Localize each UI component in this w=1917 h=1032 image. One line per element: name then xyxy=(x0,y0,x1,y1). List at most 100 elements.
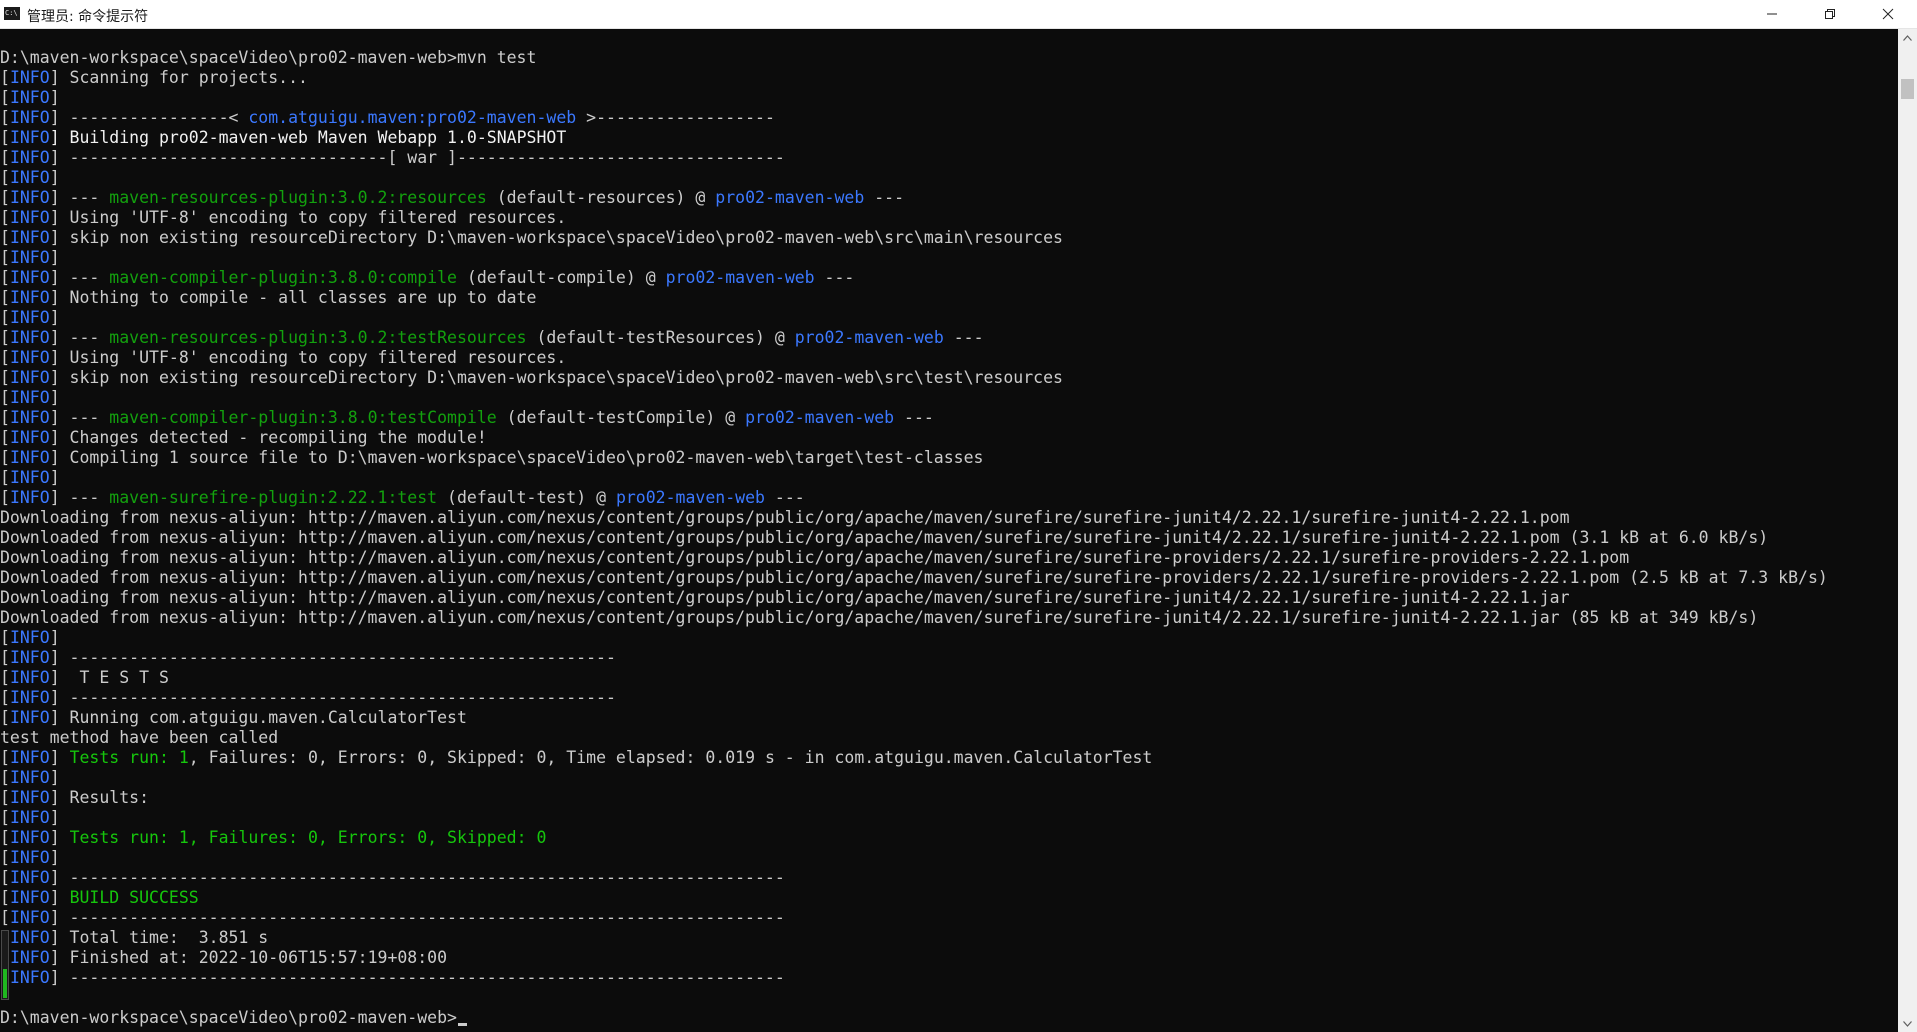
console-text: [ xyxy=(0,468,10,487)
console-line: D:\maven-workspace\spaceVideo\pro02-mave… xyxy=(0,1008,1898,1028)
close-button[interactable] xyxy=(1859,0,1917,28)
console-text: [ xyxy=(0,228,10,247)
console-text: Downloaded from nexus-aliyun: http://mav… xyxy=(0,608,1759,627)
console-text: INFO xyxy=(9,308,50,327)
console-text: [ xyxy=(0,188,10,207)
minimize-button[interactable] xyxy=(1743,0,1801,28)
console-text: pro02-maven-web xyxy=(715,188,865,207)
console-text: pro02-maven-web xyxy=(665,268,815,287)
console-text: [ xyxy=(0,148,10,167)
console-line: Downloaded from nexus-aliyun: http://mav… xyxy=(0,528,1898,548)
console-text: INFO xyxy=(9,108,50,127)
console-text: ] ----------------< xyxy=(49,108,249,127)
console-line: [INFO] Using 'UTF-8' encoding to copy fi… xyxy=(0,208,1898,228)
console-text: [ xyxy=(0,108,10,127)
console-text: com.atguigu.maven:pro02-maven-web xyxy=(248,108,577,127)
console-line: [INFO] Using 'UTF-8' encoding to copy fi… xyxy=(0,348,1898,368)
console-line: [INFO] ---------------------------------… xyxy=(0,908,1898,928)
console-text: (default-compile) @ xyxy=(456,268,666,287)
scroll-down-button[interactable] xyxy=(1898,1015,1917,1032)
console-text: INFO xyxy=(9,968,50,987)
console-line: [INFO] Running com.atguigu.maven.Calcula… xyxy=(0,708,1898,728)
console-line: [INFO] Scanning for projects... xyxy=(0,68,1898,88)
console-text: [ xyxy=(0,408,10,427)
console-text: [ xyxy=(0,68,10,87)
console-text: ] --------------------------------------… xyxy=(49,648,616,667)
console-line: [INFO] xyxy=(0,248,1898,268)
console-text: pro02-maven-web xyxy=(745,408,895,427)
console-text: INFO xyxy=(9,268,50,287)
console-line: [INFO] ---------------------------------… xyxy=(0,648,1898,668)
console-text: [ xyxy=(0,488,10,507)
console-text: ] xyxy=(49,248,60,267)
restore-button[interactable] xyxy=(1801,0,1859,28)
console-line: [INFO] Tests run: 1, Failures: 0, Errors… xyxy=(0,748,1898,768)
console-text: ] xyxy=(49,88,60,107)
console-text: INFO xyxy=(9,188,50,207)
console-text: [ xyxy=(0,128,10,147)
console-line: Downloading from nexus-aliyun: http://ma… xyxy=(0,548,1898,568)
scroll-thumb[interactable] xyxy=(1901,79,1914,99)
console-text: [ xyxy=(0,768,10,787)
console-text: ] --- xyxy=(49,328,110,347)
console-text: INFO xyxy=(9,688,50,707)
taskbar-progress-indicator xyxy=(1,930,9,1000)
console-line: [INFO] --- maven-compiler-plugin:3.8.0:t… xyxy=(0,408,1898,428)
console-text: Downloading from nexus-aliyun: http://ma… xyxy=(0,588,1570,607)
console-text: INFO xyxy=(9,808,50,827)
console-text: INFO xyxy=(9,868,50,887)
console-line: [INFO] Tests run: 1, Failures: 0, Errors… xyxy=(0,828,1898,848)
console-line: [INFO] Building pro02-maven-web Maven We… xyxy=(0,128,1898,148)
console-text: ] xyxy=(49,468,60,487)
console-line: [INFO] xyxy=(0,628,1898,648)
minimize-icon xyxy=(1767,13,1777,15)
console-text: [ xyxy=(0,388,10,407)
console-line: [INFO] --- maven-compiler-plugin:3.8.0:c… xyxy=(0,268,1898,288)
title-bar[interactable]: C:\ 管理员: 命令提示符 xyxy=(0,0,1917,29)
console-line: [INFO] xyxy=(0,308,1898,328)
console-text: [ xyxy=(0,788,10,807)
console-text: ] --- xyxy=(49,488,110,507)
console-text: ] --------------------------------------… xyxy=(49,968,785,987)
console-text: ] Compiling 1 source file to D:\maven-wo… xyxy=(49,448,984,467)
console-output[interactable]: D:\maven-workspace\spaceVideo\pro02-mave… xyxy=(0,48,1898,1032)
console-text: maven-resources-plugin:3.0.2:resources xyxy=(109,188,487,207)
console-line: [INFO] ---------------------------------… xyxy=(0,968,1898,988)
console-text: [ xyxy=(0,628,10,647)
console-text: test method have been called xyxy=(0,728,279,747)
console-text: --- xyxy=(894,408,934,427)
console-line: [INFO] skip non existing resourceDirecto… xyxy=(0,368,1898,388)
console-text: (default-testResources) @ xyxy=(526,328,795,347)
console-line: [INFO] --------------------------------[… xyxy=(0,148,1898,168)
console-text: INFO xyxy=(9,368,50,387)
console-text: INFO xyxy=(9,328,50,347)
console-text: INFO xyxy=(9,488,50,507)
vertical-scrollbar[interactable] xyxy=(1898,29,1917,1032)
console-text: maven-surefire-plugin:2.22.1:test xyxy=(109,488,438,507)
console-text: INFO xyxy=(9,928,50,947)
console-line: Downloaded from nexus-aliyun: http://mav… xyxy=(0,568,1898,588)
console-line: Downloaded from nexus-aliyun: http://mav… xyxy=(0,608,1898,628)
console-text: ] Using 'UTF-8' encoding to copy filtere… xyxy=(49,348,567,367)
console-text: INFO xyxy=(9,668,50,687)
console-line: test method have been called xyxy=(0,728,1898,748)
console-line: [INFO] Nothing to compile - all classes … xyxy=(0,288,1898,308)
console-line: [INFO] Finished at: 2022-10-06T15:57:19+… xyxy=(0,948,1898,968)
console-text: [ xyxy=(0,268,10,287)
scroll-down-arrow-icon xyxy=(1903,1020,1912,1027)
console-text: --- xyxy=(943,328,984,347)
console-text: ] xyxy=(49,628,60,647)
console-line: [INFO] xyxy=(0,768,1898,788)
console-text: [ xyxy=(0,648,10,667)
console-text: INFO xyxy=(9,128,50,147)
scroll-up-arrow-icon xyxy=(1903,34,1912,41)
scroll-up-button[interactable] xyxy=(1898,29,1917,46)
console-text: [ xyxy=(0,448,10,467)
console-text: (default-resources) @ xyxy=(486,188,716,207)
console-text: ] --- xyxy=(49,408,110,427)
console-text: ] --------------------------------------… xyxy=(49,688,616,707)
console-line: [INFO] ---------------------------------… xyxy=(0,868,1898,888)
console-text: ] Results: xyxy=(49,788,150,807)
console-text: INFO xyxy=(9,208,50,227)
